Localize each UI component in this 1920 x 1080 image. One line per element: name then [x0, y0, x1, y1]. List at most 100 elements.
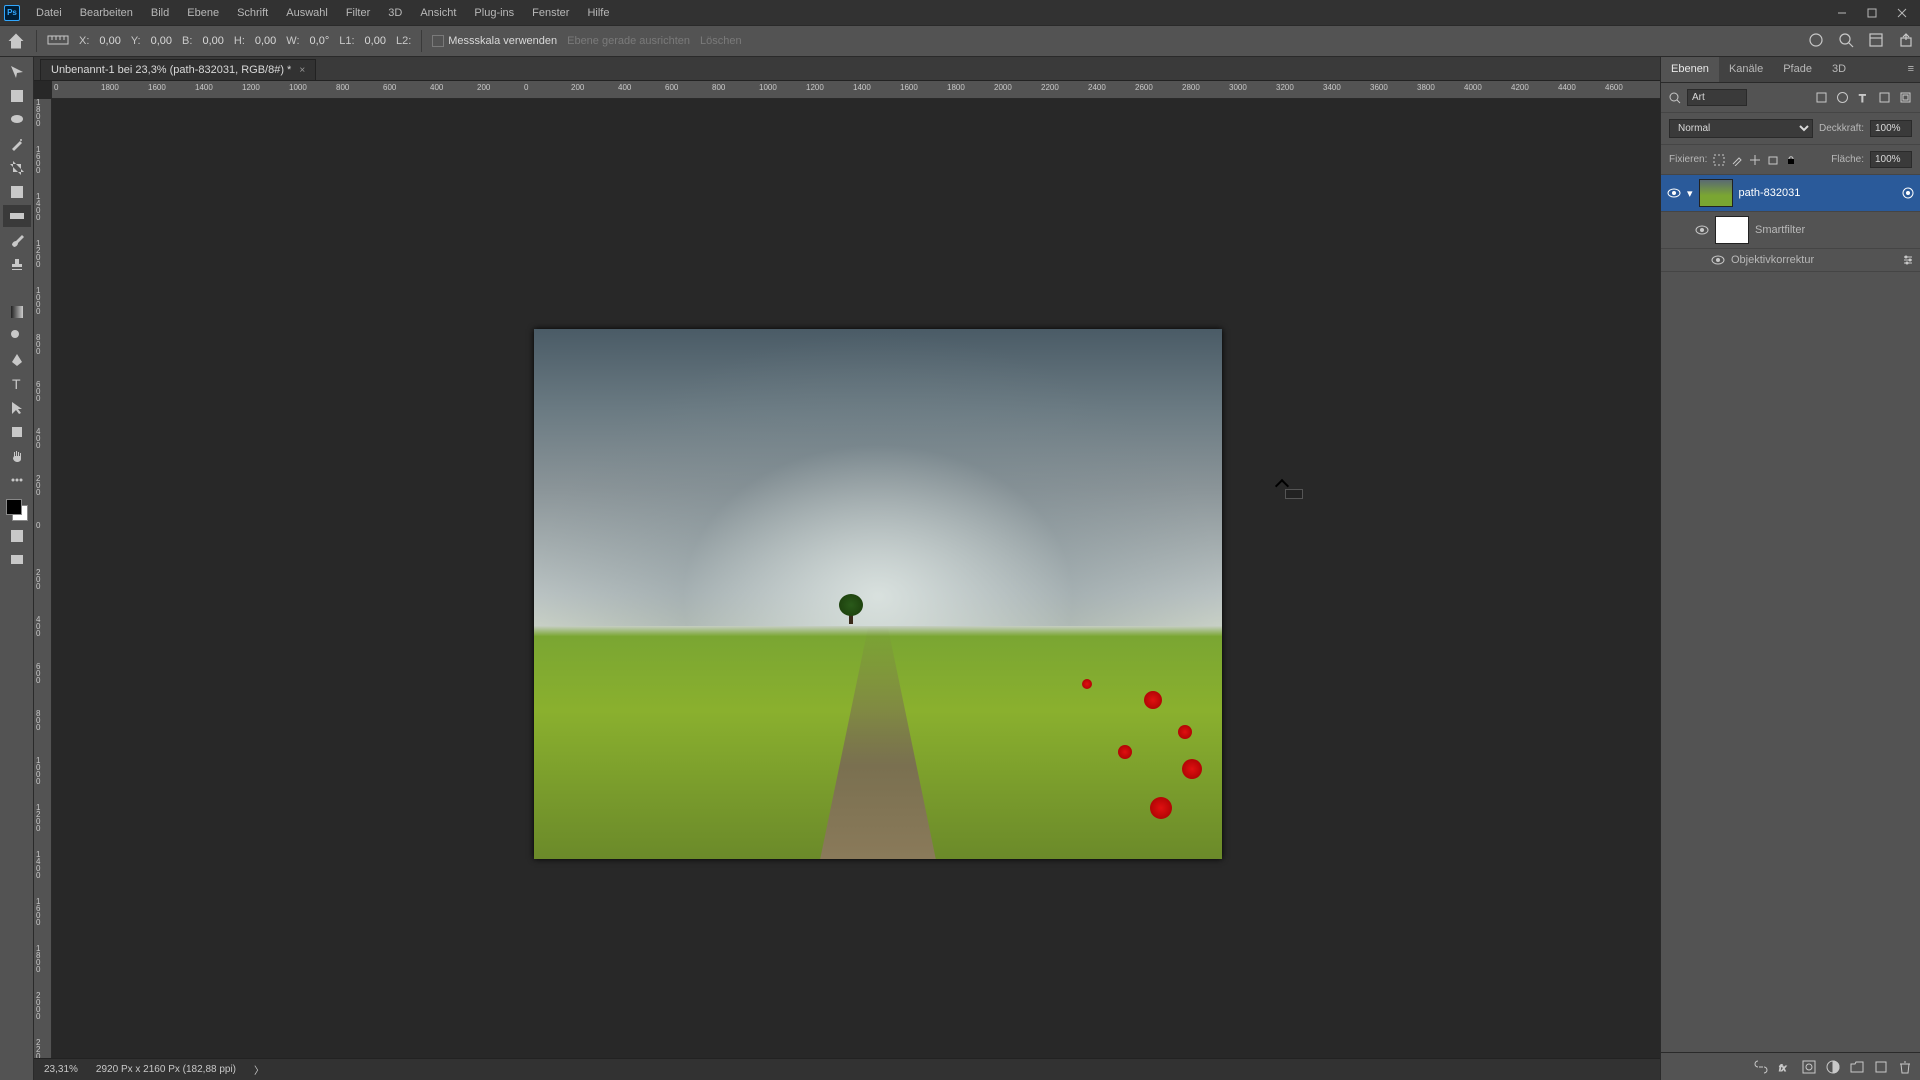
- menu-auswahl[interactable]: Auswahl: [278, 4, 336, 22]
- pen-tool[interactable]: [3, 349, 31, 371]
- menu-datei[interactable]: Datei: [28, 4, 70, 22]
- menu-filter[interactable]: Filter: [338, 4, 378, 22]
- menu-hilfe[interactable]: Hilfe: [579, 4, 617, 22]
- eye-icon[interactable]: [1711, 253, 1725, 267]
- filter-adjust-icon[interactable]: [1836, 91, 1849, 104]
- canvas-image: [534, 329, 1222, 859]
- mask-icon[interactable]: [1802, 1060, 1816, 1074]
- lock-paint-icon[interactable]: [1731, 154, 1743, 166]
- menu-plugins[interactable]: Plug-ins: [466, 4, 522, 22]
- layers-panel: Ebenen Kanäle Pfade 3D ≡ T Normal Deckkr…: [1660, 57, 1920, 1080]
- opt-b-label: B:: [182, 35, 192, 47]
- window-maximize-button[interactable]: [1858, 3, 1886, 23]
- ruler-tool-icon[interactable]: [47, 33, 69, 50]
- blend-mode-select[interactable]: Normal: [1669, 119, 1813, 138]
- screenmode-tool[interactable]: [3, 549, 31, 571]
- ruler-vertical[interactable]: 1800160014001200100080060040020002004006…: [34, 99, 52, 1058]
- quickmask-tool[interactable]: [3, 525, 31, 547]
- canvas[interactable]: [52, 99, 1660, 1058]
- filter-smart-icon[interactable]: [1899, 91, 1912, 104]
- layer-row-lenscorrection[interactable]: Objektivkorrektur: [1661, 249, 1920, 272]
- menu-3d[interactable]: 3D: [380, 4, 410, 22]
- type-tool[interactable]: T: [3, 373, 31, 395]
- cloud-docs-icon[interactable]: [1808, 32, 1824, 51]
- tab-3d[interactable]: 3D: [1822, 57, 1856, 82]
- link-icon[interactable]: [1754, 1060, 1768, 1074]
- status-more-icon[interactable]: 〉: [254, 1062, 264, 1077]
- menu-ebene[interactable]: Ebene: [179, 4, 227, 22]
- filter-shape-icon[interactable]: [1878, 91, 1891, 104]
- crop-tool[interactable]: [3, 157, 31, 179]
- group-icon[interactable]: [1850, 1060, 1864, 1074]
- trash-icon[interactable]: [1898, 1060, 1912, 1074]
- window-close-button[interactable]: [1888, 3, 1916, 23]
- color-swatch[interactable]: [4, 497, 30, 523]
- menu-bild[interactable]: Bild: [143, 4, 177, 22]
- opt-y-label: Y:: [131, 35, 141, 47]
- lock-nest-icon[interactable]: [1767, 154, 1779, 166]
- brush-tool[interactable]: [3, 229, 31, 251]
- wand-tool[interactable]: [3, 133, 31, 155]
- menu-ansicht[interactable]: Ansicht: [412, 4, 464, 22]
- menu-bearbeiten[interactable]: Bearbeiten: [72, 4, 141, 22]
- home-button[interactable]: [6, 31, 26, 51]
- menu-schrift[interactable]: Schrift: [229, 4, 276, 22]
- tab-pfade[interactable]: Pfade: [1773, 57, 1822, 82]
- frame-tool[interactable]: [3, 181, 31, 203]
- path-select-tool[interactable]: [3, 397, 31, 419]
- ruler-h-tick: 3400: [1321, 81, 1368, 98]
- stamp-tool[interactable]: [3, 253, 31, 275]
- ruler-cursor-icon: [1277, 481, 1303, 499]
- document-tabstrip: Unbenannt-1 bei 23,3% (path-832031, RGB/…: [34, 57, 1660, 81]
- adjustment-icon[interactable]: [1826, 1060, 1840, 1074]
- document-tab[interactable]: Unbenannt-1 bei 23,3% (path-832031, RGB/…: [40, 59, 316, 80]
- layer-row-smartfilter[interactable]: Smartfilter: [1661, 212, 1920, 249]
- window-minimize-button[interactable]: [1828, 3, 1856, 23]
- hand-tool[interactable]: [3, 445, 31, 467]
- opt-clear-button[interactable]: Löschen: [700, 35, 742, 47]
- shape-tool[interactable]: [3, 421, 31, 443]
- workspace-icon[interactable]: [1868, 32, 1884, 51]
- status-zoom[interactable]: 23,31%: [44, 1064, 78, 1075]
- opt-use-scale[interactable]: Messskala verwenden: [432, 35, 557, 47]
- search-icon[interactable]: [1838, 32, 1854, 51]
- filter-mask-thumbnail[interactable]: [1715, 216, 1749, 244]
- lock-trans-icon[interactable]: [1713, 154, 1725, 166]
- filter-pixel-icon[interactable]: [1815, 91, 1828, 104]
- lock-pos-icon[interactable]: [1749, 154, 1761, 166]
- ruler-horizontal[interactable]: 0180016001400120010008006004002000200400…: [52, 81, 1660, 99]
- opt-straighten-button[interactable]: Ebene gerade ausrichten: [567, 35, 690, 47]
- layer-filter-input[interactable]: [1687, 89, 1747, 106]
- menu-fenster[interactable]: Fenster: [524, 4, 577, 22]
- gradient-tool[interactable]: [3, 301, 31, 323]
- opacity-input[interactable]: [1870, 120, 1912, 137]
- options-bar: X:0,00 Y:0,00 B:0,00 H:0,00 W:0,0° L1:0,…: [0, 25, 1920, 57]
- fx-icon[interactable]: fx: [1778, 1060, 1792, 1074]
- panel-menu-icon[interactable]: ≡: [1902, 57, 1920, 82]
- eraser-tool[interactable]: [3, 277, 31, 299]
- close-icon[interactable]: ×: [299, 65, 305, 76]
- lock-all-icon[interactable]: [1785, 154, 1797, 166]
- filter-settings-icon[interactable]: [1902, 254, 1914, 266]
- share-icon[interactable]: [1898, 32, 1914, 51]
- layer-row-smartobject[interactable]: ▾ path-832031: [1661, 175, 1920, 212]
- move-tool[interactable]: [3, 61, 31, 83]
- new-layer-icon[interactable]: [1874, 1060, 1888, 1074]
- layer-name[interactable]: path-832031: [1739, 187, 1801, 199]
- lasso-tool[interactable]: [3, 109, 31, 131]
- ruler-h-tick: 4200: [1509, 81, 1556, 98]
- layer-thumbnail[interactable]: [1699, 179, 1733, 207]
- marquee-tool[interactable]: [3, 85, 31, 107]
- eye-icon[interactable]: [1667, 186, 1681, 200]
- dodge-tool[interactable]: [3, 325, 31, 347]
- eye-icon[interactable]: [1695, 223, 1709, 237]
- status-dimensions[interactable]: 2920 Px x 2160 Px (182,88 ppi): [96, 1064, 236, 1075]
- fill-input[interactable]: [1870, 151, 1912, 168]
- more-tools[interactable]: [3, 469, 31, 491]
- tab-ebenen[interactable]: Ebenen: [1661, 57, 1719, 82]
- ruler-h-tick: 2000: [992, 81, 1039, 98]
- filter-type-icon[interactable]: T: [1857, 91, 1870, 104]
- tab-kanaele[interactable]: Kanäle: [1719, 57, 1773, 82]
- ruler-tool[interactable]: [3, 205, 31, 227]
- filter-name[interactable]: Objektivkorrektur: [1731, 254, 1814, 266]
